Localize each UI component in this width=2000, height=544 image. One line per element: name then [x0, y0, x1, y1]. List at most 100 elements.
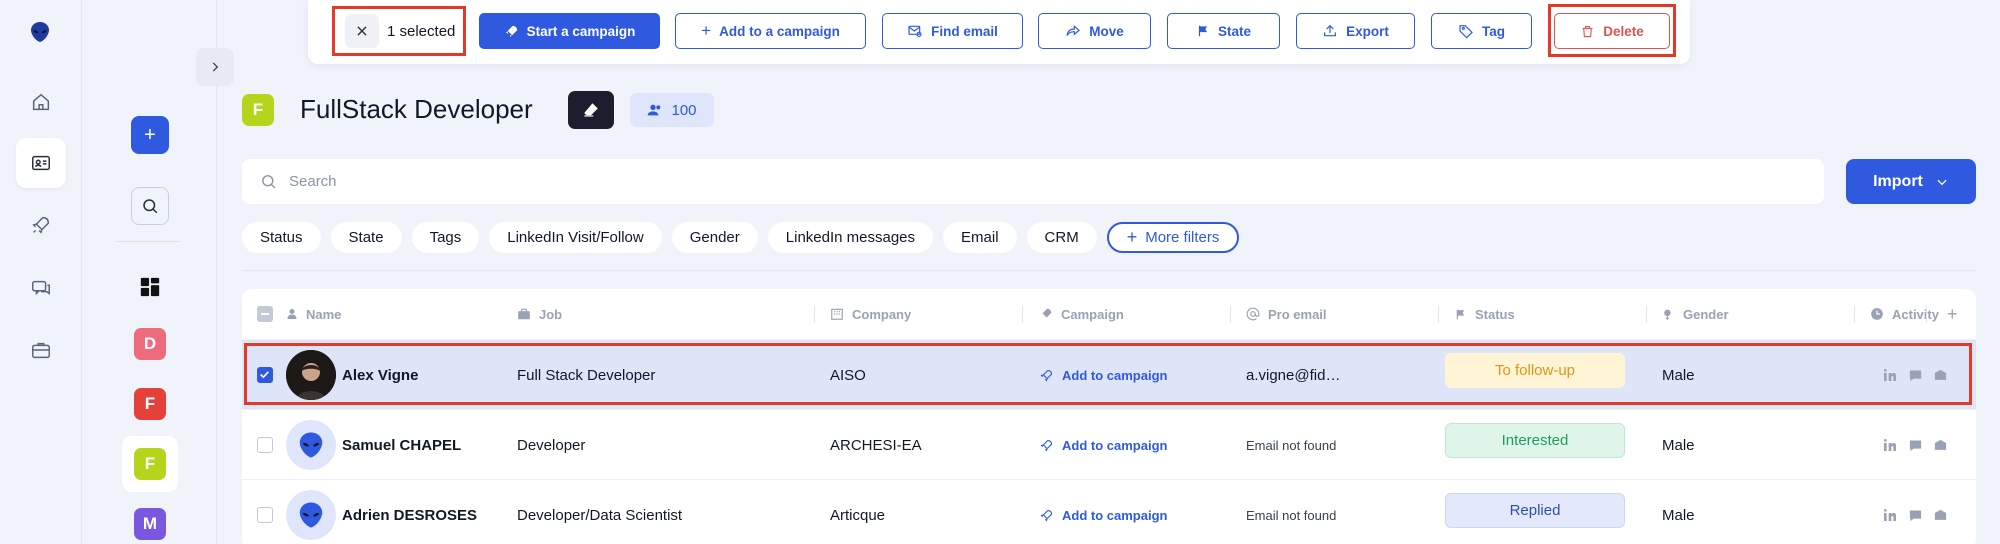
status-badge[interactable]: To follow-up [1445, 353, 1625, 388]
clear-list-button[interactable] [568, 91, 614, 129]
contact-name[interactable]: Adrien DESROSES [342, 480, 477, 544]
contact-name[interactable]: Alex Vigne [342, 340, 418, 410]
contacts-table: Name Job Company Campaign Pro email Stat… [242, 289, 1976, 544]
column-divider[interactable] [1646, 305, 1647, 323]
message-icon[interactable] [1908, 438, 1923, 453]
filter-gender[interactable]: Gender [671, 222, 758, 253]
page-title: FullStack Developer [300, 94, 533, 124]
column-header-activity[interactable]: Activity [1870, 289, 1939, 339]
message-icon[interactable] [1908, 508, 1923, 523]
linkedin-icon[interactable] [1882, 367, 1898, 383]
column-divider[interactable] [1854, 305, 1855, 323]
rocket-icon [1040, 509, 1053, 522]
add-column-button[interactable]: + [1947, 289, 1958, 339]
table-row[interactable]: Alex Vigne Full Stack Developer AISO Add… [242, 339, 1976, 409]
column-header-name[interactable]: Name [286, 289, 341, 339]
inbox-icon[interactable] [1933, 438, 1948, 453]
list-item-active[interactable]: F [122, 436, 178, 492]
column-header-company[interactable]: Company [830, 289, 911, 339]
add-to-campaign-button[interactable]: + Add to a campaign [675, 13, 866, 49]
move-button[interactable]: Move [1038, 13, 1151, 49]
list-item[interactable]: F [122, 376, 178, 432]
column-header-status[interactable]: Status [1454, 289, 1515, 339]
chat-icon[interactable] [16, 263, 66, 313]
row-checkbox[interactable] [257, 367, 273, 383]
expand-panel-button[interactable] [196, 48, 234, 86]
row-checkbox[interactable] [257, 507, 273, 523]
home-icon[interactable] [16, 77, 66, 127]
contact-count-badge[interactable]: 100 [630, 93, 714, 127]
rocket-icon [1040, 369, 1053, 382]
contact-name[interactable]: Samuel CHAPEL [342, 410, 461, 480]
share-arrow-icon [1066, 25, 1081, 36]
table-row[interactable]: Samuel CHAPEL Developer ARCHESI-EA Add t… [242, 409, 1976, 479]
status-badge[interactable]: Replied [1445, 493, 1625, 528]
column-header-gender[interactable]: Gender [1662, 289, 1729, 339]
upload-icon [1324, 24, 1337, 37]
briefcase-icon[interactable] [16, 325, 66, 375]
alien-avatar-icon [299, 432, 323, 458]
filter-tags[interactable]: Tags [411, 222, 480, 253]
add-to-campaign-link[interactable]: Add to campaign [1039, 480, 1167, 544]
clear-selection-button[interactable] [345, 14, 379, 48]
filter-linkedin-messages[interactable]: LinkedIn messages [767, 222, 934, 253]
column-header-job[interactable]: Job [517, 289, 562, 339]
state-button[interactable]: State [1167, 13, 1280, 49]
delete-button[interactable]: Delete [1554, 13, 1670, 49]
list-item[interactable]: D [122, 316, 178, 372]
contact-email: Email not found [1246, 507, 1337, 523]
select-all-checkbox[interactable] [257, 306, 273, 322]
import-button[interactable]: Import [1846, 159, 1976, 204]
export-label: Export [1346, 23, 1389, 39]
linkedin-icon[interactable] [1882, 507, 1898, 523]
export-button[interactable]: Export [1296, 13, 1415, 49]
list-item[interactable]: M [122, 496, 178, 544]
column-header-pro-email[interactable]: Pro email [1246, 289, 1327, 339]
inbox-icon[interactable] [1933, 368, 1948, 383]
message-icon[interactable] [1908, 368, 1923, 383]
filter-email[interactable]: Email [943, 222, 1017, 253]
add-to-campaign-link[interactable]: Add to campaign [1039, 340, 1167, 410]
column-divider[interactable] [1230, 305, 1231, 323]
filter-linkedin-visit-follow[interactable]: LinkedIn Visit/Follow [489, 222, 662, 253]
column-divider[interactable] [1438, 305, 1439, 323]
row-checkbox[interactable] [257, 437, 273, 453]
column-header-campaign[interactable]: Campaign [1039, 289, 1124, 339]
search-input[interactable] [289, 173, 1689, 190]
more-filters-button[interactable]: + More filters [1106, 222, 1240, 253]
main-content: 1 selected Start a campaign + Add to a c… [218, 0, 2000, 544]
divider [116, 241, 180, 242]
find-email-button[interactable]: Find email [882, 13, 1023, 49]
table-row[interactable]: Adrien DESROSES Developer/Data Scientist… [242, 479, 1976, 544]
all-lists-button[interactable] [131, 268, 169, 306]
search-icon [262, 175, 276, 189]
building-icon [831, 308, 843, 320]
add-to-campaign-link[interactable]: Add to campaign [1039, 410, 1167, 480]
users-icon [648, 104, 661, 116]
column-divider[interactable] [1022, 305, 1023, 323]
search-lists-button[interactable] [131, 187, 169, 225]
contacts-icon[interactable] [16, 138, 66, 188]
person-icon [287, 309, 297, 319]
campaign-label: Add to campaign [1062, 367, 1168, 383]
chevron-right-icon [212, 62, 219, 72]
avatar-photo [286, 350, 336, 400]
rocket-icon[interactable] [16, 200, 66, 250]
filter-status[interactable]: Status [242, 222, 321, 253]
status-badge[interactable]: Interested [1445, 423, 1625, 458]
add-list-button[interactable]: + [131, 116, 169, 154]
contact-gender: Male [1662, 436, 1695, 454]
briefcase-icon [518, 308, 530, 320]
contact-email[interactable]: a.vigne@fid… [1246, 340, 1340, 410]
column-label: Campaign [1061, 306, 1124, 322]
alien-logo-icon[interactable] [28, 20, 52, 44]
column-divider[interactable] [1926, 305, 1927, 323]
filter-crm[interactable]: CRM [1026, 222, 1097, 253]
tag-button[interactable]: Tag [1431, 13, 1532, 49]
start-campaign-button[interactable]: Start a campaign [479, 13, 660, 49]
linkedin-icon[interactable] [1882, 437, 1898, 453]
inbox-icon[interactable] [1933, 508, 1948, 523]
delete-highlight: Delete [1548, 4, 1676, 57]
filter-state[interactable]: State [330, 222, 402, 253]
column-divider[interactable] [814, 305, 815, 323]
